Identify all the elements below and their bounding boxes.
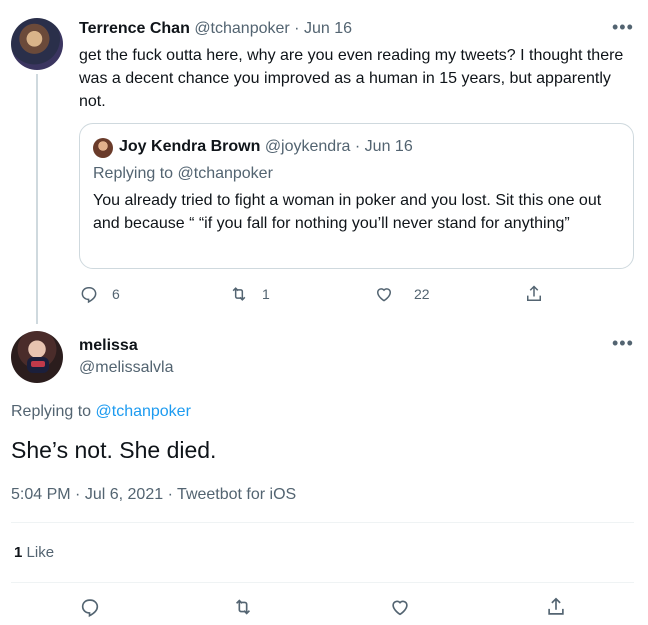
main-reply-button[interactable] [79,596,101,618]
main-like-button[interactable] [389,596,411,618]
quote-tweet-header: Joy Kendra Brown @joykendra · Jun 16 [119,138,413,156]
parent-date[interactable]: Jun 16 [304,20,352,37]
main-replying-to: Replying to @tchanpoker [11,403,191,421]
quote-date: Jun 16 [364,138,413,155]
main-tweet-text: She’s not. She died. [11,437,217,463]
quote-author-name: Joy Kendra Brown [119,138,261,155]
retweet-icon [235,599,251,615]
quote-replying-handle: @tchanpoker [177,165,273,182]
more-icon[interactable]: ••• [612,18,634,36]
reply-button[interactable]: 6 [79,284,120,304]
like-button[interactable]: 22 [374,284,430,304]
parent-separator: · [294,20,300,37]
parent-author-name[interactable]: Terrence Chan [79,20,190,37]
divider [11,582,634,583]
main-replying-prefix: Replying to [11,403,92,420]
quote-author-handle: @joykendra [264,138,351,155]
meta-separator-2: · [167,486,173,503]
more-icon[interactable]: ••• [612,334,634,352]
tweet-source[interactable]: Tweetbot for iOS [177,486,296,503]
quote-replying-to: Replying to @tchanpoker [93,165,273,183]
parent-author-handle[interactable]: @tchanpoker [194,20,289,37]
parent-tweet-header: Terrence Chan @tchanpoker · Jun 16 [79,20,352,38]
reply-count: 6 [112,286,120,302]
melissa-avatar[interactable] [11,331,63,383]
like-icon [392,600,408,616]
tweet-time[interactable]: 5:04 PM [11,486,71,503]
share-icon [527,285,541,301]
divider [11,522,634,523]
like-icon [376,288,392,302]
quote-separator: · [354,138,361,155]
terrence-avatar[interactable] [11,18,63,70]
like-count: 22 [414,286,430,302]
meta-separator-1: · [75,486,81,503]
tweet-metadata: 5:04 PM · Jul 6, 2021 · Tweetbot for iOS [11,486,296,504]
joy-avatar [93,138,113,158]
reply-icon [81,287,97,304]
quote-replying-prefix: Replying to [93,165,174,182]
main-author-name[interactable]: melissa [79,337,138,355]
main-retweet-button[interactable] [232,596,254,618]
reply-icon [81,599,99,618]
retweet-count: 1 [262,286,270,302]
main-author-handle[interactable]: @melissalvla [79,359,173,377]
retweet-icon [232,287,246,301]
thread-line [36,74,38,324]
tweet-date[interactable]: Jul 6, 2021 [85,486,163,503]
likes-summary[interactable]: 1 Like [14,544,54,561]
main-replying-handle[interactable]: @tchanpoker [96,403,191,420]
main-share-button[interactable] [545,596,567,618]
share-button[interactable] [524,284,544,304]
parent-tweet-text: get the fuck outta here, why are you eve… [79,47,624,110]
retweet-button[interactable]: 1 [229,284,270,304]
likes-count: 1 [14,544,23,561]
quote-tweet-text: You already tried to fight a woman in po… [93,192,602,232]
likes-label: Like [26,544,55,561]
share-icon [548,597,564,615]
